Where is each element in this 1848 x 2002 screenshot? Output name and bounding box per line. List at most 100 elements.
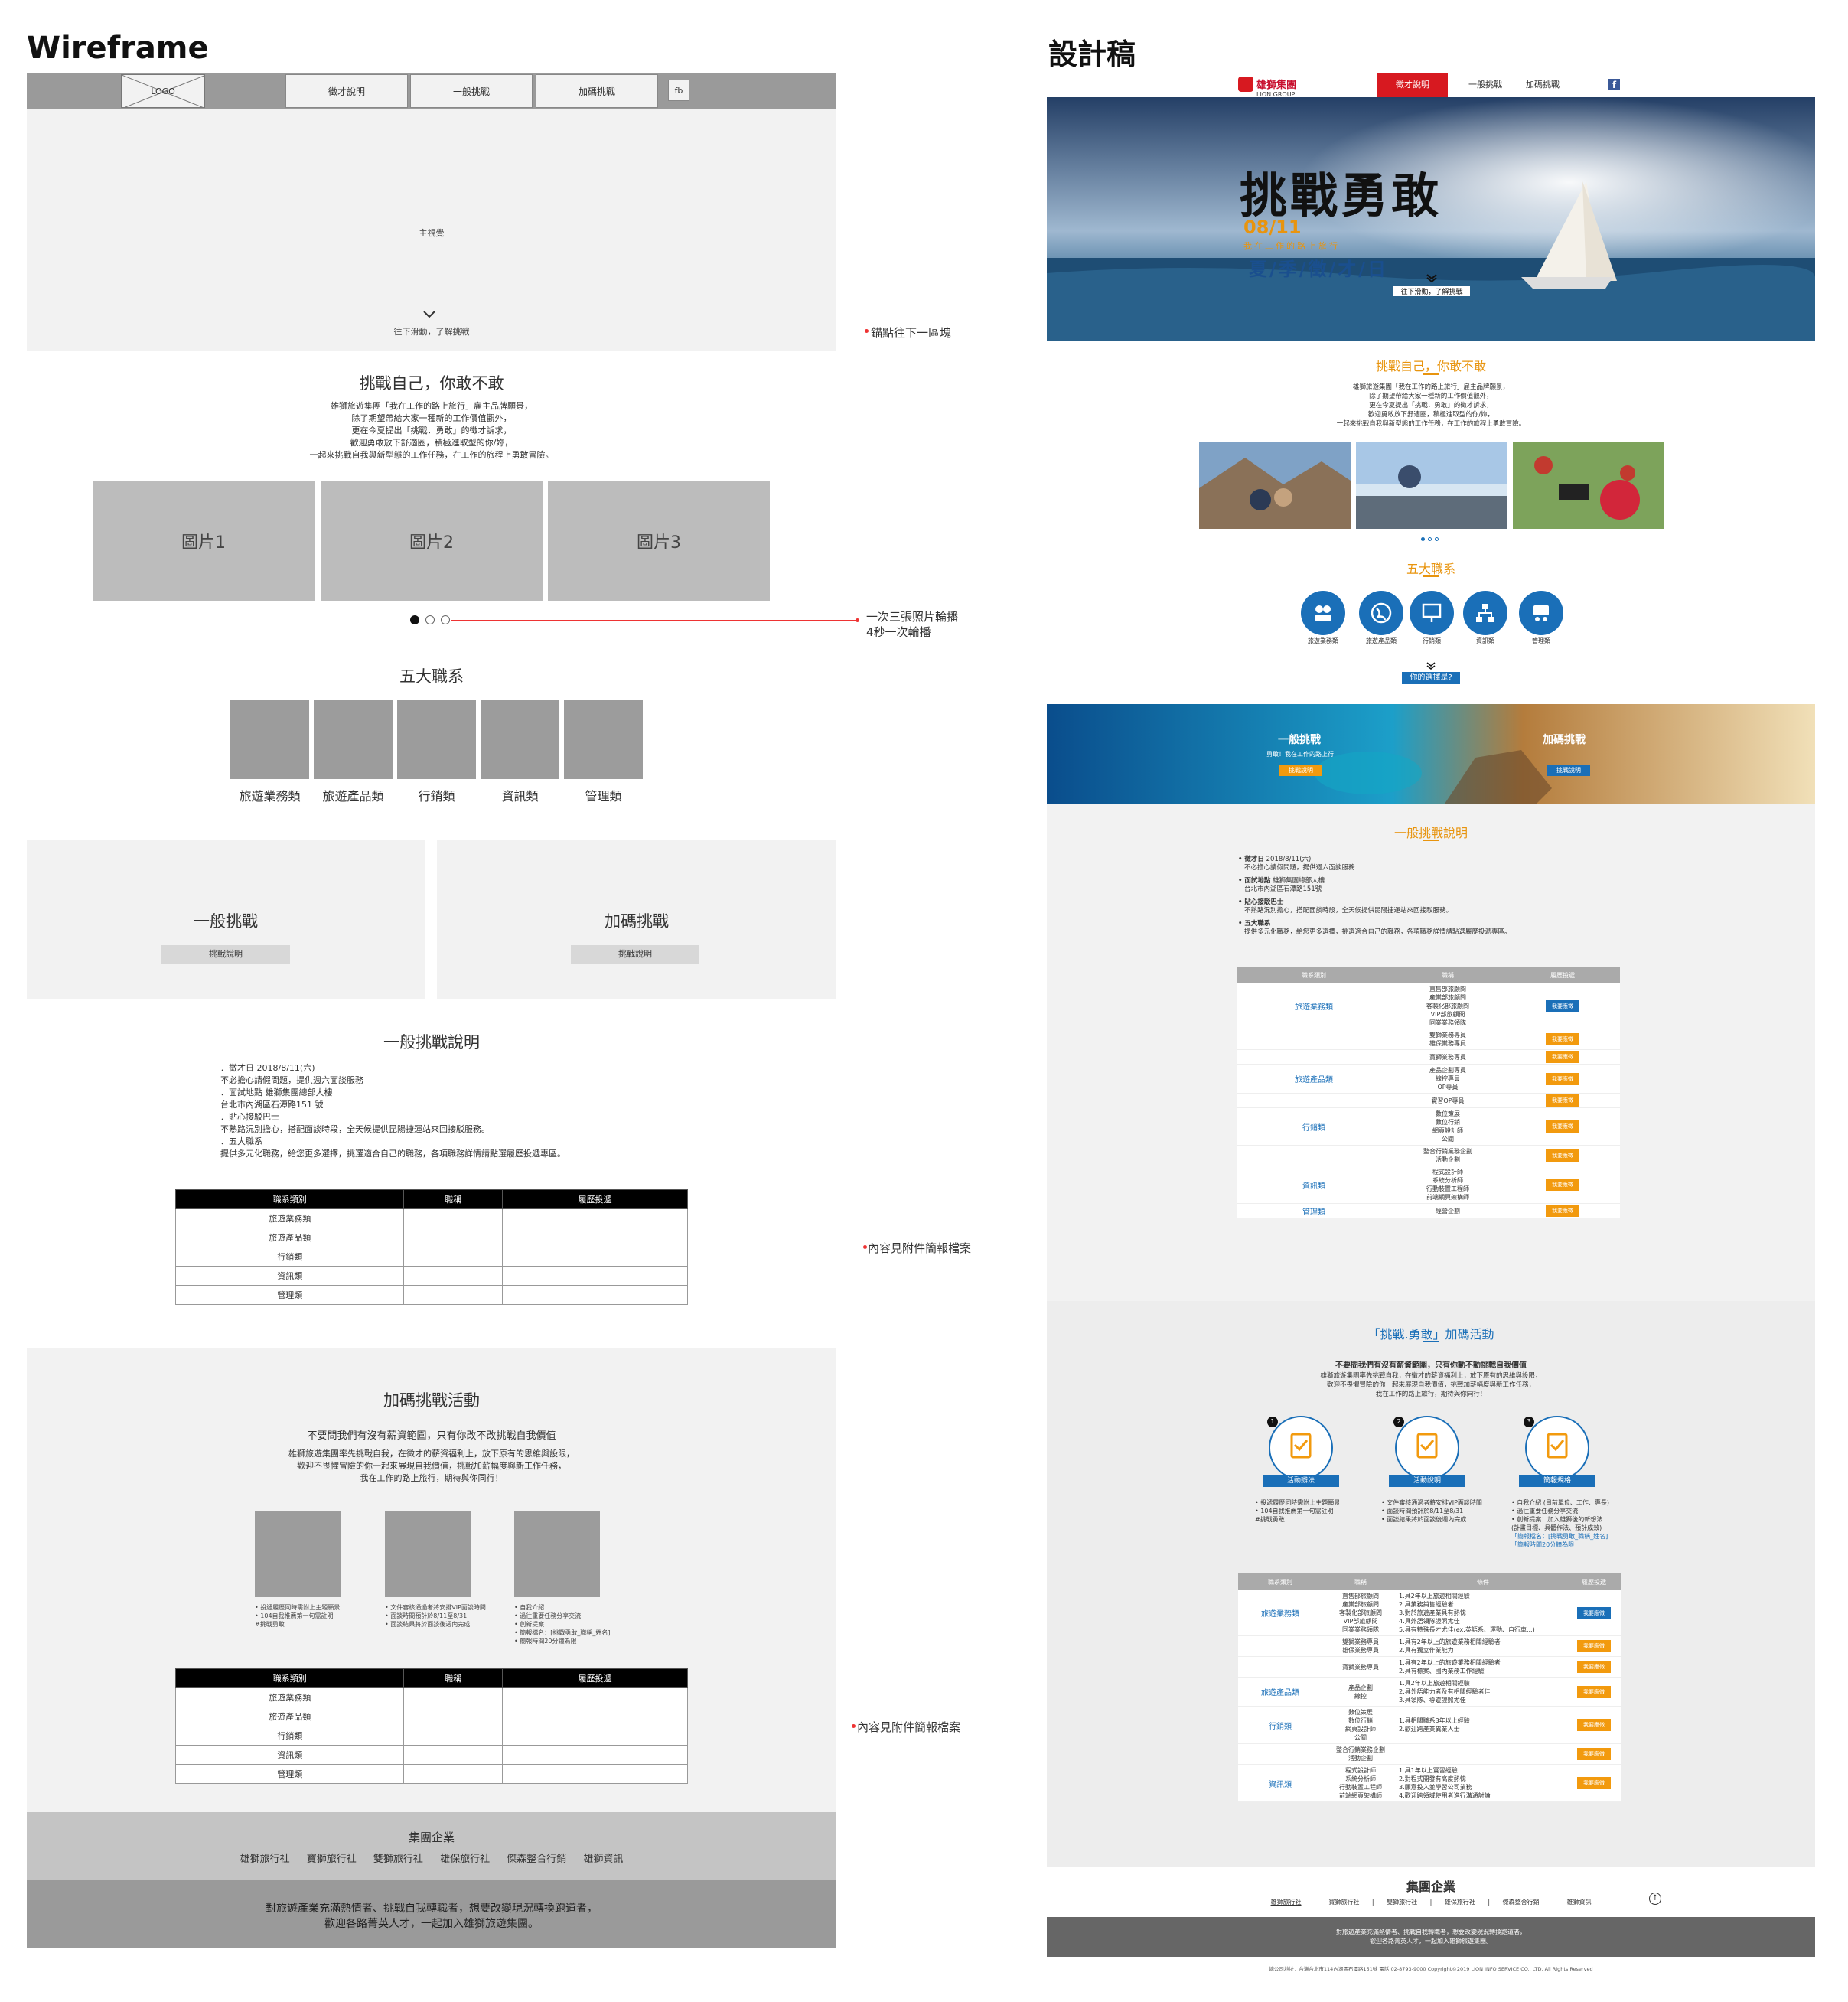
ds-banner-bonus-button[interactable]: 挑戰說明: [1547, 765, 1590, 776]
facebook-icon[interactable]: f: [1608, 79, 1620, 90]
wf-group-link[interactable]: 雙獅旅行社: [373, 1854, 423, 1865]
marketing-presentation-icon[interactable]: [1410, 591, 1454, 635]
wf-category-box[interactable]: [481, 700, 559, 779]
apply-button[interactable]: 我要應徵: [1577, 1685, 1611, 1698]
apply-button[interactable]: 我要應徵: [1546, 1094, 1579, 1107]
ds-banner-general-button[interactable]: 挑戰說明: [1279, 765, 1322, 776]
ds-hero-event: 夏/季/徵/才/日: [1249, 259, 1389, 280]
apply-button[interactable]: 我要應徵: [1546, 1179, 1579, 1191]
wf-category-box[interactable]: [314, 700, 393, 779]
wf-category-label: 旅遊業務類: [239, 789, 301, 804]
wf-bonus-button[interactable]: 挑戰說明: [571, 945, 699, 964]
wf-bonus-sub: 不要問我們有沒有薪資範圍，只有你改不改挑戰自我價值: [307, 1430, 556, 1442]
travel-business-icon[interactable]: [1301, 591, 1345, 635]
activity-step-bullets: • 自我介紹 (目前單位、工作、專長) • 過往重要任務分享交流 • 創新提案：加入…: [1511, 1499, 1610, 1548]
ds-group-link[interactable]: 雄獅旅行社: [1271, 1899, 1302, 1906]
wireframe-panel: Wireframe LOGO 徵才說明 一般挑戰 加碼挑戰 fb 主視覺 往下滑…: [0, 0, 995, 2002]
wf-bonus-text: 雄獅旅遊集團率先挑戰自我，在徵才的薪資福利上，放下原有的思維與設限， 歡迎不畏懼冒…: [288, 1449, 575, 1483]
back-to-top-icon[interactable]: ↑: [1649, 1893, 1661, 1905]
carousel-dot-active[interactable]: [1421, 537, 1425, 541]
wf-category-label: 旅遊產品類: [322, 789, 384, 804]
wf-general-button[interactable]: 挑戰說明: [161, 945, 290, 964]
apply-button[interactable]: 我要應徵: [1577, 1719, 1611, 1731]
chevron-down-icon[interactable]: [423, 310, 435, 319]
ds-choice-badge: 你的選擇是?: [1402, 672, 1460, 684]
step-number-badge: 3: [1524, 1417, 1534, 1427]
ds-nav-general[interactable]: 一般挑戰: [1458, 73, 1513, 97]
carousel-dot-active[interactable]: [410, 615, 419, 624]
wf-group-link[interactable]: 雄保旅行社: [440, 1854, 490, 1865]
ds-bonus-sub: 不要問我們有沒有薪資範圍，只有你動不動挑戰自我價值: [1335, 1361, 1527, 1370]
ds-bonus-text: 雄獅旅遊集團率先挑戰自我，在徵才的薪資福利上，放下原有的思維與設限， 歡迎不畏懼冒…: [1320, 1372, 1542, 1398]
apply-button[interactable]: 我要應徵: [1577, 1661, 1611, 1673]
carousel-dot[interactable]: [1428, 537, 1432, 541]
wf-group-link[interactable]: 寶獅旅行社: [307, 1854, 357, 1865]
management-chat-icon[interactable]: [1519, 591, 1563, 635]
globe-icon[interactable]: [1359, 591, 1403, 635]
title-underline: [1423, 575, 1439, 577]
wf-activity-image: [385, 1511, 471, 1597]
lion-logo-icon[interactable]: [1238, 77, 1253, 92]
title-underline: [1423, 840, 1439, 841]
wf-logo[interactable]: LOGO: [121, 74, 205, 108]
apply-button[interactable]: 我要應徵: [1577, 1777, 1611, 1789]
wf-group-link[interactable]: 雄獅旅行社: [240, 1854, 290, 1865]
chevron-down-icon[interactable]: [1426, 274, 1437, 283]
ds-scroll-text[interactable]: 往下滑動，了解挑戰: [1393, 286, 1470, 296]
wf-scroll-text[interactable]: 往下滑動，了解挑戰: [355, 325, 508, 337]
ds-group-title: 集團企業: [1406, 1880, 1455, 1894]
table-row: 資訊類: [174, 1745, 688, 1765]
ds-group-link[interactable]: 雄保旅行社: [1445, 1899, 1475, 1906]
wf-bonus-title: 加碼挑戰活動: [383, 1391, 480, 1410]
table-row: 寶獅業務專員 我要應徵: [1237, 1049, 1620, 1065]
step-number-badge: 2: [1393, 1417, 1404, 1427]
ds-jobs-table: 職系類別 職稱 履歷投遞 旅遊業務類 直售部旅顧問 產業部旅顧問 客製化部旅顧問 VIP部旅…: [1237, 967, 1620, 1218]
wf-group-link[interactable]: 雄獅資訊: [583, 1854, 623, 1865]
apply-button[interactable]: 我要應徵: [1546, 1120, 1579, 1133]
table-row: 旅遊產品類 產品企劃專員 線控專員 OP專員 我要應徵: [1237, 1064, 1620, 1094]
wf-category-box[interactable]: [397, 700, 476, 779]
apply-button[interactable]: 我要應徵: [1546, 1149, 1579, 1162]
ds-nav-recruit[interactable]: 徵才說明: [1377, 73, 1448, 97]
table-row: 行銷類 數位策展 數位行銷 網頁設計師 公關 1.具相關職系3年以上經驗 2.歡迎跨產業異業…: [1238, 1706, 1621, 1744]
apply-button[interactable]: 我要應徵: [1577, 1606, 1611, 1619]
ds-group-link[interactable]: 寶獅旅行社: [1328, 1899, 1359, 1906]
wf-nav-bonus[interactable]: 加碼挑戰: [536, 74, 658, 108]
apply-button[interactable]: 我要應徵: [1546, 1205, 1579, 1217]
ds-group-link[interactable]: 雙獅旅行社: [1387, 1899, 1417, 1906]
table-row: 管理類: [174, 1285, 688, 1305]
wf-fb-button[interactable]: fb: [668, 80, 689, 101]
apply-button[interactable]: 我要應徵: [1546, 1051, 1579, 1063]
ds-photo-3: [1513, 442, 1664, 529]
carousel-dot[interactable]: [441, 615, 450, 624]
carousel-dot[interactable]: [1435, 537, 1439, 541]
carousel-dot[interactable]: [425, 615, 435, 624]
apply-button[interactable]: 我要應徵: [1546, 1072, 1579, 1085]
ds-intro-title: 挑戰自己，你敢不敢: [1375, 359, 1486, 373]
wf-group-section: [27, 1812, 836, 1880]
wf-activity-bullets: • 文件審核通過者將安排VIP面談時間 • 面談時間預計於8/11至8/31 • 面…: [385, 1604, 486, 1628]
apply-button[interactable]: 我要應徵: [1577, 1748, 1611, 1760]
network-icon[interactable]: [1463, 591, 1507, 635]
table-row: 資訊類 程式設計師 系統分析師 行動裝置工程師 前端網頁架構師 1.具1年以上實習經驗 2.…: [1238, 1764, 1621, 1802]
ds-group-link[interactable]: 雄獅資訊: [1566, 1899, 1591, 1906]
ds-nav-bonus[interactable]: 加碼挑戰: [1515, 73, 1570, 97]
ds-challenge-banner: [1047, 704, 1815, 804]
wf-group-link[interactable]: 傑森整合行銷: [507, 1854, 566, 1865]
wf-nav-recruit[interactable]: 徵才說明: [285, 74, 408, 108]
ds-hero-calligraphy: 挑戰勇敢: [1240, 168, 1442, 223]
apply-button[interactable]: 我要應徵: [1546, 999, 1579, 1012]
wf-category-box[interactable]: [230, 700, 309, 779]
wf-category-box[interactable]: [564, 700, 643, 779]
wf-nav-general[interactable]: 一般挑戰: [410, 74, 533, 108]
ds-group-link[interactable]: 傑森整合行銷: [1503, 1899, 1540, 1906]
table-row: 旅遊業務類: [174, 1687, 688, 1707]
table-row: 資訊類: [174, 1266, 688, 1286]
activity-step-icon: [1395, 1416, 1459, 1480]
apply-button[interactable]: 我要應徵: [1546, 1033, 1579, 1045]
chevron-down-icon[interactable]: [1426, 662, 1436, 670]
activity-step-icon: [1269, 1416, 1333, 1480]
apply-button[interactable]: 我要應徵: [1577, 1640, 1611, 1652]
ds-bonus-title: 「挑戰.勇敢」加碼活動: [1367, 1327, 1494, 1342]
ds-logo[interactable]: 雄獅集團 LION GROUP: [1256, 77, 1296, 98]
